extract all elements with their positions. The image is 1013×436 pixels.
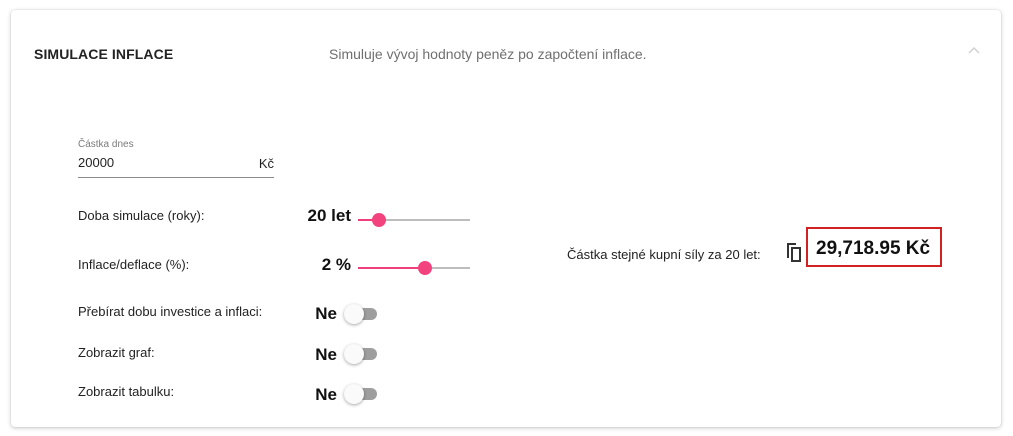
show-table-label: Zobrazit tabulku: [78, 384, 175, 399]
show-table-toggle[interactable] [344, 384, 378, 404]
amount-input[interactable] [78, 155, 238, 170]
take-over-investment-label: Přebírat dobu investice a inflaci: [78, 304, 263, 319]
show-chart-value: Ne [315, 345, 337, 364]
show-chart-label: Zobrazit graf: [78, 345, 155, 360]
amount-suffix: Kč [258, 156, 274, 171]
slider-thumb[interactable] [372, 213, 387, 227]
inflation-slider[interactable] [358, 260, 470, 276]
amount-field[interactable]: Částka dnes Kč [78, 139, 274, 178]
show-table-value: Ne [315, 385, 337, 404]
take-over-investment-value: Ne [315, 304, 337, 323]
inflation-label: Inflace/deflace (%): [78, 257, 190, 272]
result-label: Částka stejné kupní síly za 20 let: [567, 247, 761, 262]
copy-icon[interactable] [783, 240, 805, 264]
duration-slider[interactable] [358, 212, 470, 228]
panel-description: Simuluje vývoj hodnoty peněz po započten… [329, 46, 647, 62]
toggle-knob[interactable] [344, 344, 364, 364]
chevron-up-icon[interactable] [966, 44, 982, 56]
result-value[interactable]: 29,718.95 Kč [816, 238, 930, 260]
take-over-investment-toggle[interactable] [344, 304, 378, 324]
result-highlight-box: 29,718.95 Kč [806, 227, 942, 267]
slider-thumb[interactable] [418, 261, 433, 275]
show-chart-toggle[interactable] [344, 344, 378, 364]
amount-label: Částka dnes [78, 139, 134, 150]
inflation-simulation-panel: SIMULACE INFLACE Simuluje vývoj hodnoty … [11, 10, 1001, 427]
panel-title[interactable]: SIMULACE INFLACE [34, 46, 173, 62]
toggle-knob[interactable] [344, 304, 364, 324]
slider-fill [358, 267, 426, 269]
inflation-value: 2 % [321, 255, 351, 274]
duration-label: Doba simulace (roky): [78, 208, 205, 223]
duration-value: 20 let [307, 206, 351, 225]
toggle-knob[interactable] [344, 384, 364, 404]
